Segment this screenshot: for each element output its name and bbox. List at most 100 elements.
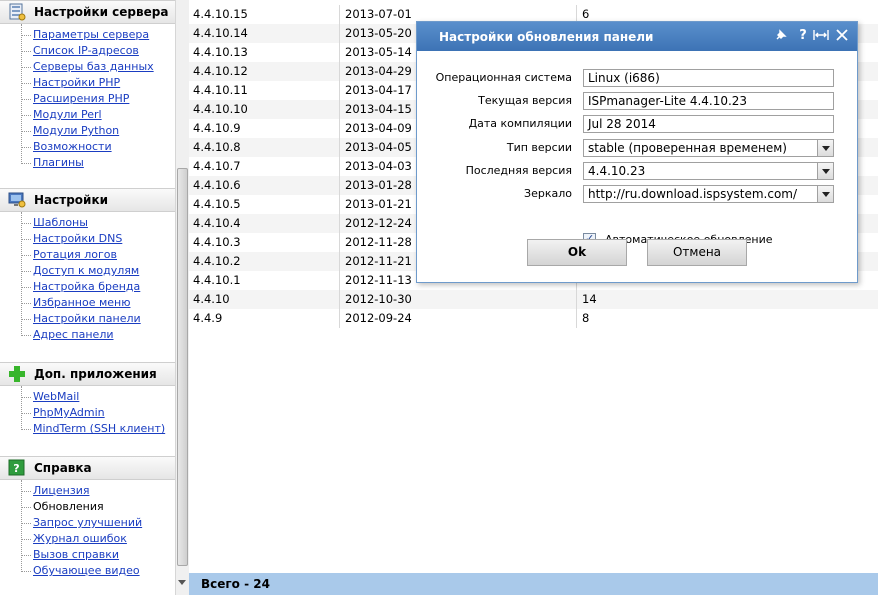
sidebar-item-link[interactable]: Вызов справки xyxy=(33,548,119,561)
table-footer-total: Всего - 24 xyxy=(189,573,878,595)
sidebar-item[interactable]: WebMail xyxy=(0,389,175,405)
count-cell: 14 xyxy=(582,292,597,306)
sidebar-item[interactable]: Настройки PHP xyxy=(0,75,175,91)
sidebar-item[interactable]: Лицензия xyxy=(0,483,175,499)
sidebar-item-link[interactable]: Журнал ошибок xyxy=(33,532,127,545)
sidebar-item-link[interactable]: WebMail xyxy=(33,390,79,403)
sidebar-section-header[interactable]: Настройки сервера xyxy=(0,0,175,24)
sidebar-item[interactable]: PhpMyAdmin xyxy=(0,405,175,421)
field-label: Текущая версия xyxy=(478,94,572,107)
version-cell: 4.4.10.10 xyxy=(189,100,340,119)
help-icon[interactable]: ? xyxy=(795,28,811,44)
pin-icon[interactable] xyxy=(773,28,789,44)
sidebar-item[interactable]: Расширения PHP xyxy=(0,91,175,107)
sidebar-item[interactable]: Список IP-адресов xyxy=(0,43,175,59)
sidebar-item-link[interactable]: Параметры сервера xyxy=(33,28,149,41)
chevron-down-icon[interactable] xyxy=(817,186,833,202)
sidebar-item[interactable]: Настройки панели xyxy=(0,311,175,327)
chevron-down-icon[interactable] xyxy=(817,140,833,156)
sidebar-item-active-label[interactable]: Обновления xyxy=(33,500,104,513)
sidebar-item[interactable]: Ротация логов xyxy=(0,247,175,263)
sidebar-item-link[interactable]: Расширения PHP xyxy=(33,92,129,105)
sidebar-item[interactable]: Модули Perl xyxy=(0,107,175,123)
sidebar-item-link[interactable]: Настройки PHP xyxy=(33,76,120,89)
date-cell: 2012-09-24 xyxy=(341,309,577,328)
sidebar-item-link[interactable]: Плагины xyxy=(33,156,84,169)
sidebar-item-list: Шаблоны Настройки DNS Ротация логов Доступ … xyxy=(0,212,175,343)
sidebar-item-link[interactable]: Список IP-адресов xyxy=(33,44,139,57)
sidebar-item[interactable]: Настройка бренда xyxy=(0,279,175,295)
mirror-select[interactable]: http://ru.download.ispsystem.com/ xyxy=(583,185,834,203)
scrollbar-thumb[interactable] xyxy=(177,168,188,566)
sidebar-section-title: Настройки сервера xyxy=(34,5,169,19)
os-field[interactable]: Linux (i686) xyxy=(583,69,834,87)
latest-version-select[interactable]: 4.4.10.23 xyxy=(583,162,834,180)
sidebar-section-server-settings: Настройки сервера Параметры сервера Список… xyxy=(0,0,175,171)
sidebar-item[interactable]: Журнал ошибок xyxy=(0,531,175,547)
sidebar-item[interactable]: MindTerm (SSH клиент) xyxy=(0,421,175,437)
table-row[interactable]: 4.4.10 2012-10-30 14 xyxy=(189,290,878,309)
sidebar-item[interactable]: Обновления xyxy=(0,499,175,515)
scroll-down-arrow-icon[interactable] xyxy=(178,580,186,585)
expand-icon[interactable] xyxy=(813,28,829,44)
version-cell: 4.4.10.3 xyxy=(189,233,340,252)
version-cell: 4.4.10.1 xyxy=(189,271,340,290)
sidebar-item-link[interactable]: Модули Python xyxy=(33,124,119,137)
sidebar-item-link[interactable]: Ротация логов xyxy=(33,248,117,261)
sidebar-item[interactable]: Вызов справки xyxy=(0,547,175,563)
sidebar-section-header[interactable]: Настройки xyxy=(0,188,175,212)
dialog-body: Операционная система Linux (i686) Текущая … xyxy=(417,51,857,282)
sidebar-section-header[interactable]: ? Справка xyxy=(0,456,175,480)
sidebar-item-link[interactable]: Настройка бренда xyxy=(33,280,140,293)
sidebar-item[interactable]: Возможности xyxy=(0,139,175,155)
sidebar-item-link[interactable]: Адрес панели xyxy=(33,328,114,341)
sidebar-item-link[interactable]: Настройки панели xyxy=(33,312,141,325)
field-label: Операционная система xyxy=(435,71,572,84)
version-cell: 4.4.10.9 xyxy=(189,119,340,138)
sidebar-item-link[interactable]: Избранное меню xyxy=(33,296,130,309)
sidebar-item-link[interactable]: Лицензия xyxy=(33,484,89,497)
current-version-field[interactable]: ISPmanager-Lite 4.4.10.23 xyxy=(583,92,834,110)
chevron-down-icon[interactable] xyxy=(817,163,833,179)
dialog-header[interactable]: Настройки обновления панели ? xyxy=(417,22,857,51)
sidebar-item[interactable]: Серверы баз данных xyxy=(0,59,175,75)
count-cell: 8 xyxy=(582,311,590,325)
form-row: Последняя версия 4.4.10.23 xyxy=(417,162,857,180)
sidebar-item[interactable]: Доступ к модулям xyxy=(0,263,175,279)
field-label: Тип версии xyxy=(506,141,572,154)
sidebar-item[interactable]: Шаблоны xyxy=(0,215,175,231)
sidebar-item[interactable]: Адрес панели xyxy=(0,327,175,343)
sidebar-item-link[interactable]: Шаблоны xyxy=(33,216,88,229)
sidebar-item[interactable]: Запрос улучшений xyxy=(0,515,175,531)
version-cell: 4.4.10.14 xyxy=(189,24,340,43)
version-cell: 4.4.10 xyxy=(189,290,340,309)
sidebar-item-link[interactable]: Обучающее видео xyxy=(33,564,140,577)
close-icon[interactable] xyxy=(834,28,850,44)
version-cell: 4.4.10.7 xyxy=(189,157,340,176)
table-row[interactable]: 4.4.9 2012-09-24 8 xyxy=(189,309,878,328)
ok-button[interactable]: Ok xyxy=(527,239,627,266)
sidebar-item[interactable]: Модули Python xyxy=(0,123,175,139)
sidebar-item-link[interactable]: Настройки DNS xyxy=(33,232,122,245)
build-date-field[interactable]: Jul 28 2014 xyxy=(583,115,834,133)
sidebar-item-link[interactable]: MindTerm (SSH клиент) xyxy=(33,422,165,435)
update-settings-dialog: Настройки обновления панели ? Операционн… xyxy=(416,21,858,283)
sidebar-item[interactable]: Избранное меню xyxy=(0,295,175,311)
svg-text:?: ? xyxy=(13,462,19,475)
sidebar-section-header[interactable]: Доп. приложения xyxy=(0,362,175,386)
sidebar-item-list: Лицензия Обновления Запрос улучшений Журнал… xyxy=(0,480,175,579)
cancel-button[interactable]: Отмена xyxy=(647,239,747,266)
sidebar-item[interactable]: Настройки DNS xyxy=(0,231,175,247)
sidebar-item-link[interactable]: Доступ к модулям xyxy=(33,264,139,277)
sidebar-item-link[interactable]: Модули Perl xyxy=(33,108,102,121)
version-type-select[interactable]: stable (проверенная временем) xyxy=(583,139,834,157)
sidebar-item[interactable]: Параметры сервера xyxy=(0,27,175,43)
sidebar-item[interactable]: Плагины xyxy=(0,155,175,171)
sidebar-item-link[interactable]: Запрос улучшений xyxy=(33,516,142,529)
sidebar-item-link[interactable]: PhpMyAdmin xyxy=(33,406,105,419)
date-cell: 2012-10-30 xyxy=(341,290,577,309)
sidebar-scrollbar[interactable] xyxy=(175,0,189,595)
sidebar-item-link[interactable]: Серверы баз данных xyxy=(33,60,154,73)
sidebar-item[interactable]: Обучающее видео xyxy=(0,563,175,579)
sidebar-item-link[interactable]: Возможности xyxy=(33,140,112,153)
